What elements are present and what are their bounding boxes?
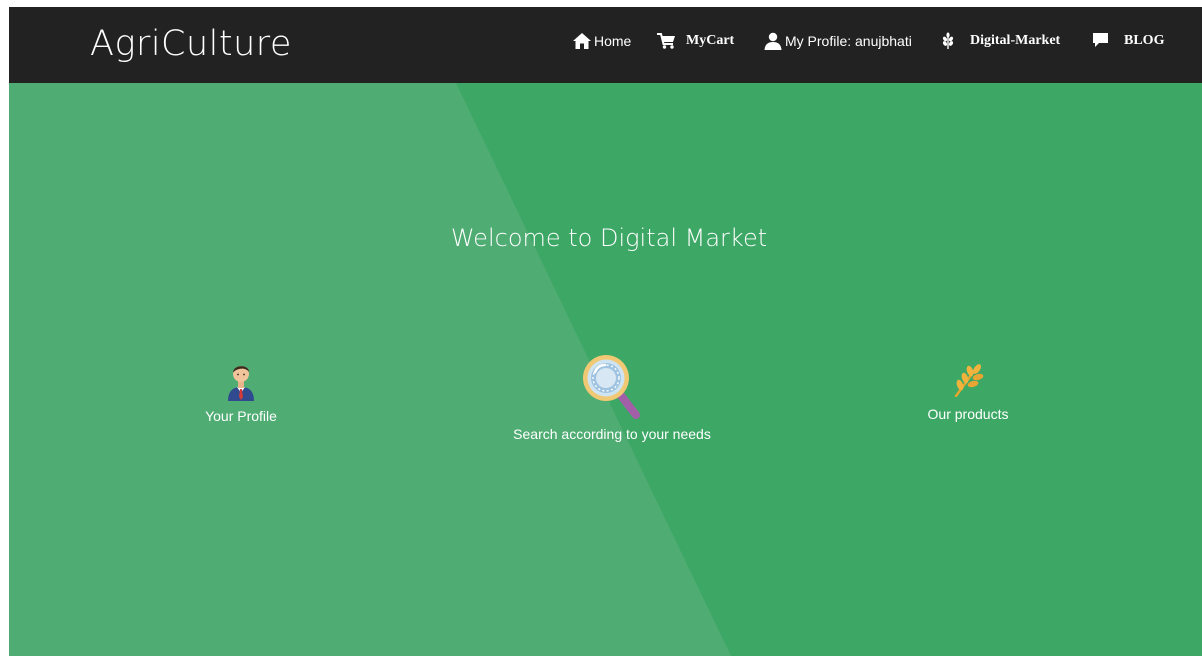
nav-profile-label: My Profile: anujbhati [785,33,912,49]
user-icon [763,32,783,50]
grain-icon [940,32,956,50]
page-frame: AgriCulture Home MyCart My Profile: anuj… [9,7,1202,656]
nav-profile-link[interactable]: My Profile: anujbhati [763,29,912,53]
nav-digital-market-label: Digital-Market [970,33,1061,48]
feature-your-profile[interactable]: Your Profile [181,359,301,425]
comment-icon [1091,32,1111,50]
nav-blog-label: BLOG [1124,33,1165,48]
nav-home-label: Home [594,33,632,49]
nav-digital-market-link[interactable]: Digital-Market [940,29,1060,53]
businessman-icon [181,359,301,404]
navbar: AgriCulture Home MyCart My Profile: anuj… [9,7,1202,83]
brand-logo[interactable]: AgriCulture [90,21,292,67]
feature-search-label: Search according to your needs [513,426,711,442]
wheat-icon [908,363,1028,400]
nav-cart-label: MyCart [686,33,735,48]
feature-search[interactable]: Search according to your needs [497,349,727,443]
nav-home-link[interactable]: Home [572,29,631,53]
magnifier-icon [579,349,647,423]
feature-your-profile-label: Your Profile [205,408,277,424]
hero-section: Welcome to Digital Market Your Profile S… [9,83,1202,656]
nav-cart-link[interactable]: MyCart [656,29,734,53]
home-icon [572,32,592,50]
feature-our-products-label: Our products [927,406,1009,422]
nav-blog-link[interactable]: BLOG [1091,29,1164,53]
cart-icon [656,32,678,50]
hero-title: Welcome to Digital Market [450,224,768,252]
feature-our-products[interactable]: Our products [908,363,1028,423]
